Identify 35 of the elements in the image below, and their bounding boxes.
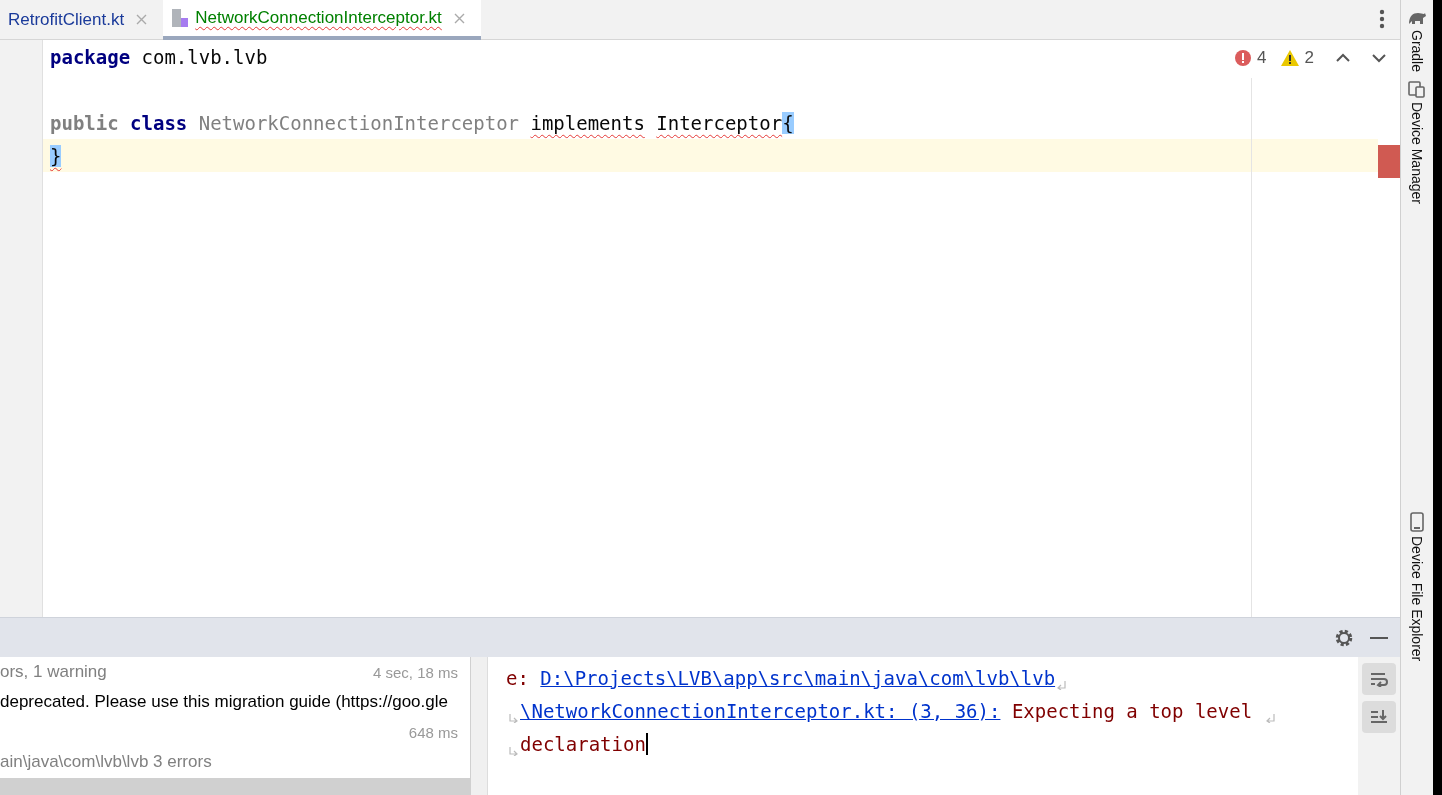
build-tree-item[interactable]: ain\java\com\lvb\lvb 3 errors (0, 752, 212, 772)
elephant-icon (1407, 10, 1427, 26)
soft-wrap-icon (1369, 671, 1389, 687)
chevron-up-icon[interactable] (1336, 53, 1350, 63)
build-tree-item[interactable]: ors, 1 warning (0, 662, 107, 682)
soft-wrap-button[interactable] (1362, 663, 1396, 695)
file-link[interactable]: \NetworkConnectionInterceptor.kt: (3, 36): (520, 699, 1001, 722)
close-icon[interactable] (453, 12, 465, 24)
code-line: package com.lvb.lvb (49, 44, 269, 70)
build-tree-item[interactable]: deprecated. Please use this migration guide (https://goo.gle (0, 692, 448, 712)
chevron-down-icon[interactable] (1372, 53, 1386, 63)
error-icon[interactable] (1235, 50, 1252, 66)
warning-count: 2 (1304, 48, 1314, 68)
code-line: public class NetworkConnectionInterceptor implements Interceptor{ (49, 110, 795, 136)
error-text: e: (506, 666, 530, 689)
file-tab[interactable]: NetworkConnectionInterceptor.kt (163, 0, 481, 40)
error-count: 4 (1257, 48, 1267, 68)
file-link[interactable]: D:\Projects\LVB\app\src\main\java\com\lvb\lvb (540, 666, 1056, 689)
kotlin-file-icon (171, 8, 190, 28)
tool-window-tab[interactable]: Device File Explorer (1409, 535, 1425, 662)
scroll-to-end-icon (1369, 709, 1389, 725)
devices-icon (1408, 80, 1426, 99)
build-duration: 4 sec, 18 ms (372, 663, 458, 681)
tool-window-tab[interactable]: Gradle (1409, 30, 1425, 73)
horizontal-scrollbar[interactable] (0, 778, 470, 795)
warning-icon[interactable] (1280, 50, 1299, 66)
scroll-to-end-button[interactable] (1362, 701, 1396, 733)
settings-icon[interactable] (1334, 627, 1354, 648)
tool-window-tab[interactable]: Device Manager (1409, 102, 1425, 204)
error-text: Expecting a top level (1010, 699, 1254, 722)
error-text: declaration (520, 732, 646, 755)
build-duration: 648 ms (408, 723, 458, 741)
vertical-scrollbar[interactable] (471, 657, 488, 795)
file-tab[interactable]: RetrofitClient.kt (0, 0, 164, 39)
phone-icon (1410, 511, 1424, 532)
